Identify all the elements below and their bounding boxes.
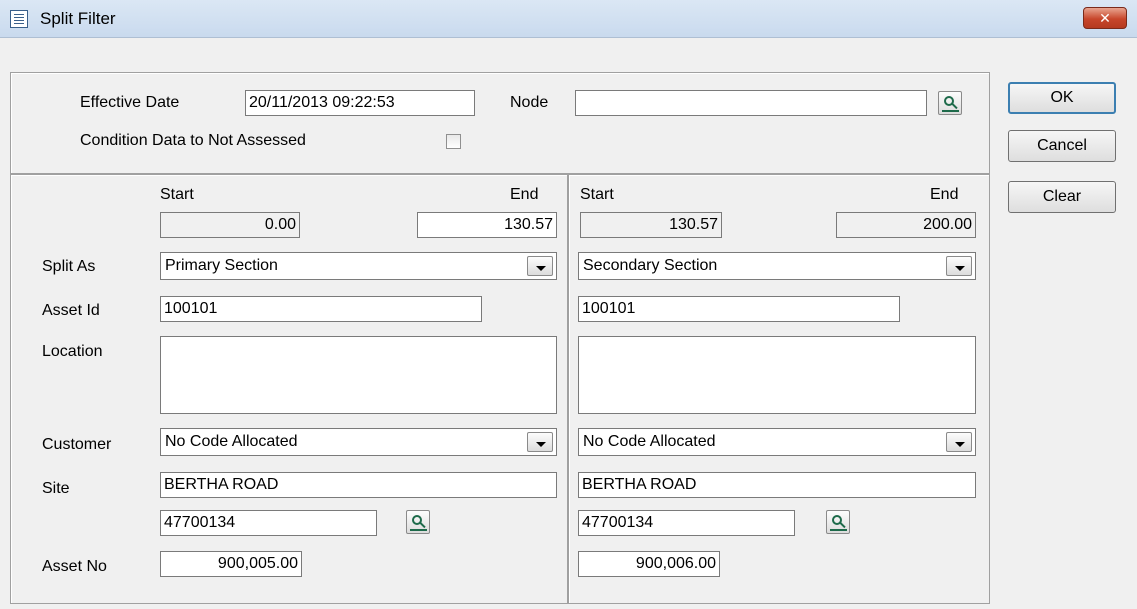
- left-customer-value: No Code Allocated: [165, 433, 298, 450]
- left-split-as-value: Primary Section: [165, 257, 278, 274]
- right-end-label: End: [930, 186, 959, 203]
- customer-label: Customer: [42, 436, 112, 453]
- left-site-field[interactable]: BERTHA ROAD: [160, 472, 557, 498]
- left-asset-id-field[interactable]: 100101: [160, 296, 482, 322]
- effective-date-label: Effective Date: [80, 94, 180, 111]
- title-bar: Split Filter ✕: [0, 0, 1137, 38]
- node-field[interactable]: [575, 90, 927, 116]
- left-site-code-field[interactable]: 47700134: [160, 510, 377, 536]
- ok-button[interactable]: OK: [1008, 82, 1116, 114]
- asset-id-label: Asset Id: [42, 302, 100, 319]
- cancel-button[interactable]: Cancel: [1008, 130, 1116, 162]
- right-site-field[interactable]: BERTHA ROAD: [578, 472, 976, 498]
- location-label: Location: [42, 343, 103, 360]
- close-button[interactable]: ✕: [1083, 7, 1127, 29]
- header-group: [10, 72, 990, 174]
- left-customer-select[interactable]: No Code Allocated: [160, 428, 557, 456]
- right-location-field[interactable]: [578, 336, 976, 414]
- condition-label: Condition Data to Not Assessed: [80, 132, 306, 149]
- effective-date-field[interactable]: 20/11/2013 09:22:53: [245, 90, 475, 116]
- left-location-field[interactable]: [160, 336, 557, 414]
- lookup-icon[interactable]: [938, 91, 962, 115]
- left-end-field[interactable]: 130.57: [417, 212, 557, 238]
- right-end-field: 200.00: [836, 212, 976, 238]
- right-split-as-value: Secondary Section: [583, 257, 718, 274]
- chevron-down-icon[interactable]: [527, 432, 553, 452]
- left-start-field: 0.00: [160, 212, 300, 238]
- chevron-down-icon[interactable]: [527, 256, 553, 276]
- node-label: Node: [510, 94, 549, 111]
- left-split-as-select[interactable]: Primary Section: [160, 252, 557, 280]
- right-asset-id-field[interactable]: 100101: [578, 296, 900, 322]
- chevron-down-icon[interactable]: [946, 432, 972, 452]
- split-as-label: Split As: [42, 258, 96, 275]
- right-split-as-select[interactable]: Secondary Section: [578, 252, 976, 280]
- condition-checkbox[interactable]: [446, 134, 461, 149]
- right-start-label: Start: [580, 186, 614, 203]
- right-start-field: 130.57: [580, 212, 722, 238]
- right-asset-no-field[interactable]: 900,006.00: [578, 551, 720, 577]
- lookup-icon[interactable]: [826, 510, 850, 534]
- right-customer-value: No Code Allocated: [583, 433, 716, 450]
- right-customer-select[interactable]: No Code Allocated: [578, 428, 976, 456]
- form-icon: [10, 10, 28, 28]
- lookup-icon[interactable]: [406, 510, 430, 534]
- clear-button[interactable]: Clear: [1008, 181, 1116, 213]
- chevron-down-icon[interactable]: [946, 256, 972, 276]
- left-asset-no-field[interactable]: 900,005.00: [160, 551, 302, 577]
- left-end-label: End: [510, 186, 539, 203]
- left-start-label: Start: [160, 186, 194, 203]
- window-title: Split Filter: [40, 9, 116, 28]
- site-label: Site: [42, 480, 70, 497]
- asset-no-label: Asset No: [42, 558, 107, 575]
- right-site-code-field[interactable]: 47700134: [578, 510, 795, 536]
